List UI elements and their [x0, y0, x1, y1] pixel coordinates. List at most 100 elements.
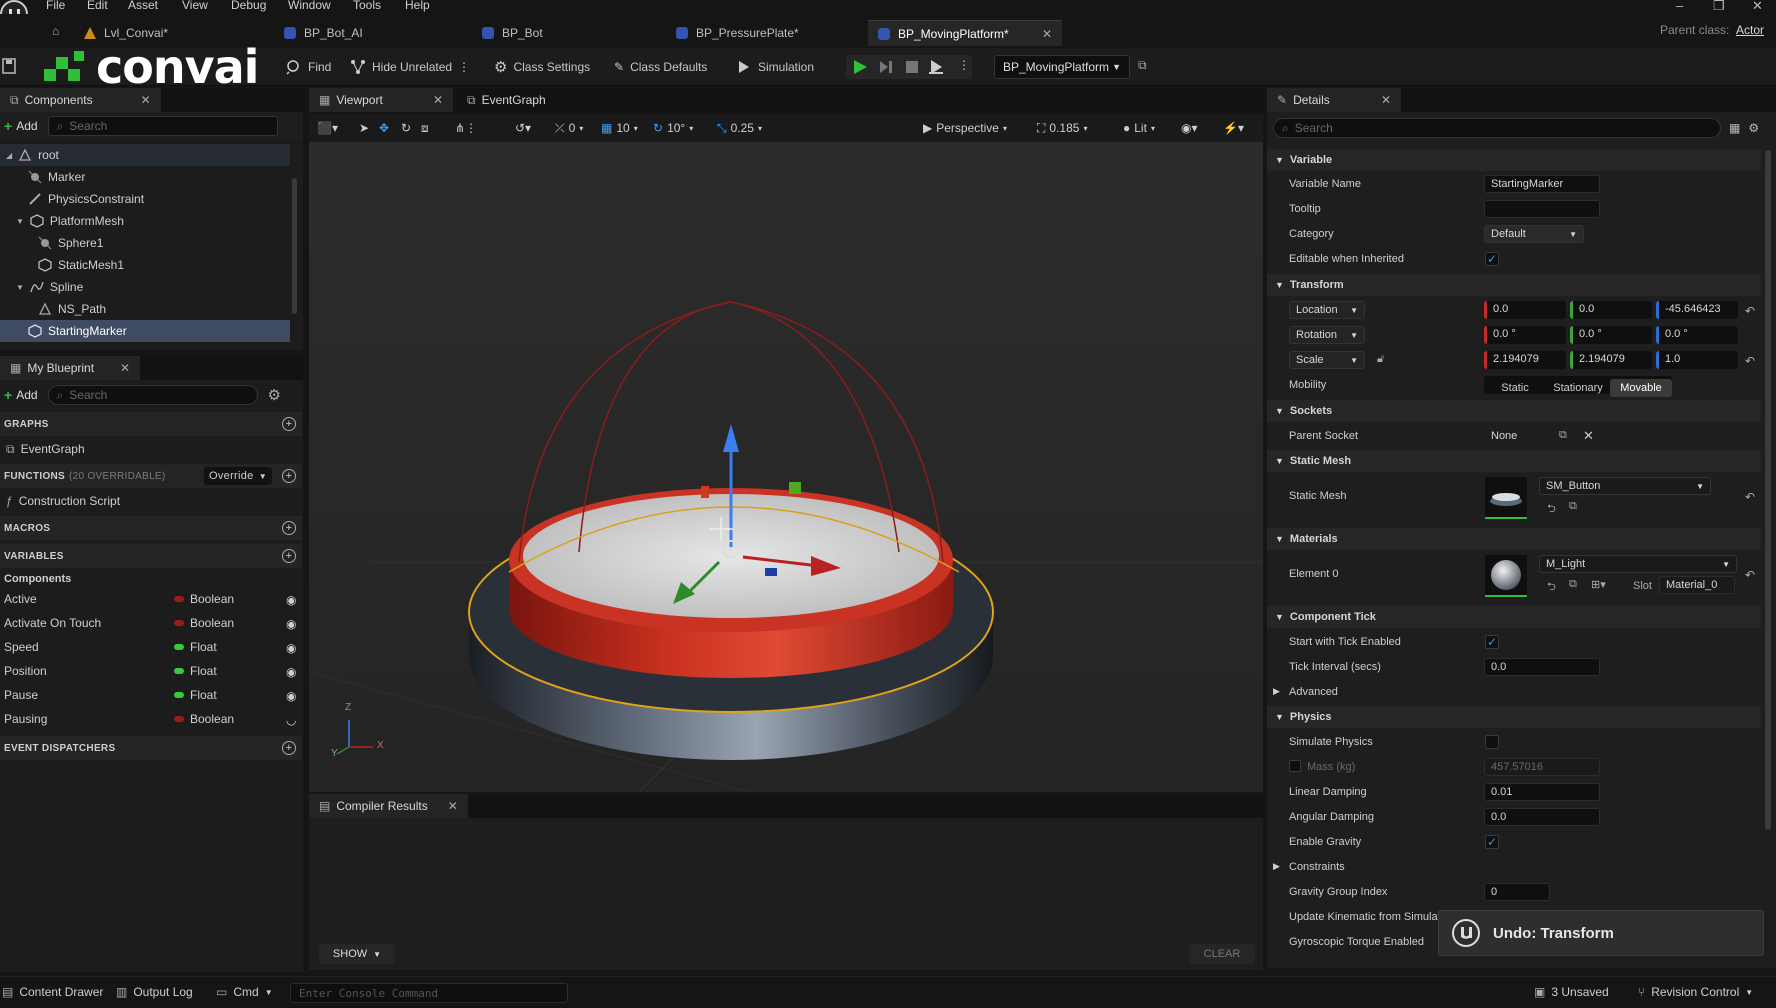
mobility-static[interactable]: Static	[1484, 379, 1546, 397]
variable-name-input[interactable]: StartingMarker	[1484, 175, 1600, 193]
menu-view[interactable]: View	[182, 0, 208, 12]
functions-section-header[interactable]: FUNCTIONS (20 OVERRIDABLE) Override ▼ +	[0, 464, 302, 488]
viewport-scene[interactable]: Z Y X	[309, 142, 1263, 792]
constraints-row[interactable]: ▶ Constraints	[1267, 855, 1761, 880]
translate-mode-icon[interactable]: ✥	[379, 119, 389, 137]
class-settings-button[interactable]: ⚙ Class Settings	[494, 56, 590, 78]
reset-to-default-icon[interactable]: ↶	[1745, 354, 1755, 368]
editable-inherited-checkbox[interactable]: ✓	[1485, 252, 1499, 266]
unsaved-button[interactable]: ▣ 3 Unsaved	[1534, 985, 1609, 999]
close-icon[interactable]: ✕	[120, 361, 130, 375]
mass-override-checkbox[interactable]	[1289, 760, 1301, 772]
variable-category[interactable]: ▼ Variable	[1267, 149, 1761, 171]
revision-control-button[interactable]: ⑂ Revision Control ▼	[1638, 985, 1753, 999]
scale-mode-dropdown[interactable]: Scale ▼	[1289, 351, 1365, 369]
gravity-group-input[interactable]: 0	[1484, 883, 1550, 901]
grid-snap-button[interactable]: ▦ 10 ▾	[601, 119, 638, 137]
restore-icon[interactable]: ❐	[1713, 0, 1725, 14]
graphs-section-header[interactable]: GRAPHS +	[0, 412, 302, 436]
reset-to-default-icon[interactable]: ↶	[1745, 568, 1755, 582]
physics-category[interactable]: ▼ Physics	[1267, 706, 1761, 728]
function-item-construction-script[interactable]: ƒ Construction Script	[0, 490, 302, 512]
find-button[interactable]: Find	[286, 56, 331, 78]
parent-class-link[interactable]: Actor	[1736, 23, 1764, 37]
show-flags-icon[interactable]: ◉▾	[1181, 119, 1198, 137]
mobility-movable[interactable]: Movable	[1610, 379, 1672, 397]
tree-item-startingmarker[interactable]: StartingMarker	[0, 320, 290, 342]
home-icon[interactable]: ⌂	[52, 24, 59, 38]
more-options-icon[interactable]: ⋮	[458, 60, 470, 74]
add-variable-icon[interactable]: +	[282, 549, 296, 563]
add-component-button[interactable]: + Add	[4, 118, 38, 134]
close-tab-icon[interactable]: ✕	[1042, 27, 1052, 41]
material-dropdown[interactable]: M_Light ▼	[1539, 555, 1737, 573]
graph-item-eventgraph[interactable]: ⧉ EventGraph	[0, 438, 302, 460]
menu-edit[interactable]: Edit	[87, 0, 108, 12]
viewport-options-icon[interactable]: ⬛▾	[317, 119, 338, 137]
save-icon[interactable]	[2, 58, 16, 74]
transform-category[interactable]: ▼ Transform	[1267, 274, 1761, 296]
location-mode-dropdown[interactable]: Location ▼	[1289, 301, 1365, 319]
macros-section-header[interactable]: MACROS +	[0, 516, 302, 540]
tab-bp-bot-ai[interactable]: BP_Bot_AI	[284, 20, 363, 46]
variables-group-components[interactable]: Components	[0, 568, 302, 590]
location-z-input[interactable]: -45.646423	[1656, 301, 1738, 319]
category-dropdown[interactable]: Default ▼	[1484, 225, 1584, 243]
hide-unrelated-button[interactable]: Hide Unrelated ⋮	[350, 56, 470, 78]
rotation-mode-dropdown[interactable]: Rotation ▼	[1289, 326, 1365, 344]
step-icon[interactable]	[878, 59, 894, 75]
material-options-icon[interactable]: ⊞▾	[1591, 578, 1606, 591]
surface-snap-icon[interactable]: ⋔⋮	[455, 119, 477, 137]
class-defaults-button[interactable]: ✎ Class Defaults	[614, 56, 707, 78]
use-selected-icon[interactable]: ⮌	[1547, 500, 1556, 519]
stop-icon[interactable]	[904, 59, 920, 75]
variable-row[interactable]: Speed Float ◉	[0, 636, 302, 658]
translate-snap-button[interactable]: ⤫ 0 ▾	[555, 119, 583, 137]
close-icon[interactable]: ✕	[141, 93, 151, 107]
rotation-y-input[interactable]: 0.0 °	[1570, 326, 1652, 344]
expand-arrow-icon[interactable]: ▼	[16, 283, 24, 292]
rotation-snap-button[interactable]: ↻ 10° ▾	[653, 119, 693, 137]
tab-components[interactable]: ⧉ Components ✕	[0, 88, 161, 112]
tab-details[interactable]: ✎ Details ✕	[1267, 88, 1401, 112]
variable-row[interactable]: Activate On Touch Boolean ◉	[0, 612, 302, 634]
tab-eventgraph[interactable]: ⧉ EventGraph	[457, 88, 556, 112]
menu-asset[interactable]: Asset	[128, 0, 158, 12]
add-function-icon[interactable]: +	[282, 469, 296, 483]
show-dropdown[interactable]: SHOW ▼	[319, 944, 395, 964]
use-selected-icon[interactable]: ⮌	[1547, 578, 1556, 597]
tab-bp-movingplatform[interactable]: BP_MovingPlatform* ✕	[868, 20, 1062, 46]
menu-debug[interactable]: Debug	[231, 0, 266, 12]
expand-arrow-icon[interactable]: ▼	[16, 217, 24, 226]
sockets-category[interactable]: ▼ Sockets	[1267, 400, 1761, 422]
possess-icon[interactable]	[928, 59, 944, 75]
override-dropdown[interactable]: Override ▼	[204, 467, 272, 485]
cmd-dropdown[interactable]: ▭ Cmd ▼	[216, 985, 273, 999]
tab-compiler-results[interactable]: ▤ Compiler Results ✕	[309, 794, 468, 818]
menu-help[interactable]: Help	[405, 0, 430, 12]
browse-asset-icon[interactable]: ⧉	[1569, 500, 1577, 513]
rotation-z-input[interactable]: 0.0 °	[1656, 326, 1738, 344]
play-icon[interactable]	[852, 59, 868, 75]
close-icon[interactable]: ✕	[448, 799, 458, 813]
debug-filter-icon[interactable]: ⧉	[1138, 58, 1147, 73]
tab-bp-bot[interactable]: BP_Bot	[482, 20, 543, 46]
eye-icon[interactable]: ◉	[286, 665, 298, 679]
close-window-icon[interactable]: ✕	[1752, 0, 1763, 14]
gear-icon[interactable]: ⚙	[268, 386, 281, 404]
clear-button[interactable]: CLEAR	[1189, 944, 1255, 964]
component-tick-category[interactable]: ▼ Component Tick	[1267, 606, 1761, 628]
menu-file[interactable]: File	[46, 0, 65, 12]
tree-item-platformmesh[interactable]: ▼ PlatformMesh	[0, 210, 290, 232]
output-log-button[interactable]: ▥ Output Log	[116, 985, 193, 999]
close-icon[interactable]: ✕	[1381, 93, 1391, 107]
tab-my-blueprint[interactable]: ▦ My Blueprint ✕	[0, 356, 141, 380]
enable-gravity-checkbox[interactable]: ✓	[1485, 835, 1499, 849]
rotate-mode-icon[interactable]: ↻	[401, 119, 411, 137]
event-dispatchers-section-header[interactable]: EVENT DISPATCHERS +	[0, 736, 302, 760]
tree-item-sphere1[interactable]: Sphere1	[0, 232, 290, 254]
expand-arrow-icon[interactable]: ◢	[6, 151, 12, 160]
tree-item-staticmesh1[interactable]: StaticMesh1	[0, 254, 290, 276]
tick-interval-input[interactable]: 0.0	[1484, 658, 1600, 676]
variable-row[interactable]: Active Boolean ◉	[0, 588, 302, 610]
